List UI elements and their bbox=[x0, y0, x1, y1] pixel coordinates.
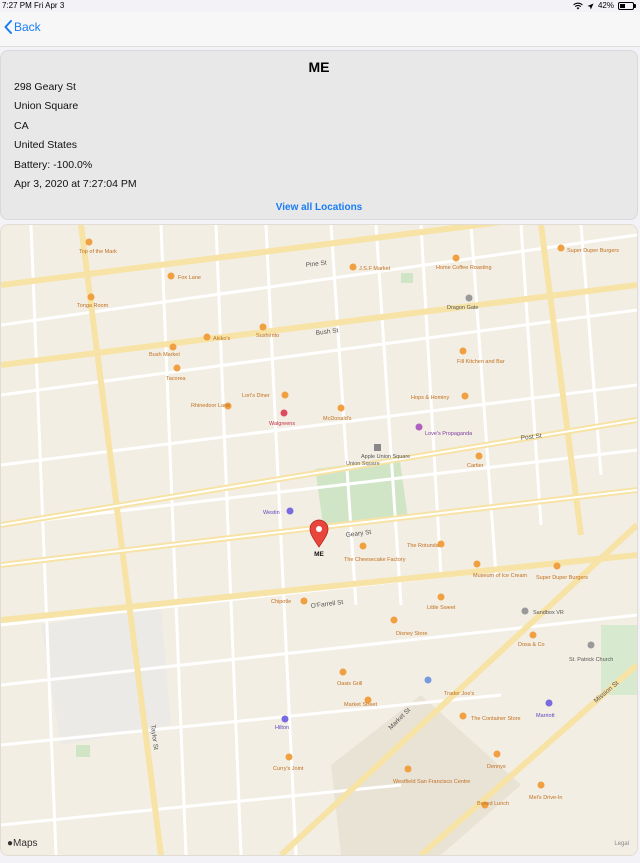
status-bar: 7:27 PM Fri Apr 3 42% bbox=[0, 0, 640, 12]
poi-label: Rhinedoor Lane bbox=[191, 403, 230, 409]
poi-label: Bush Market bbox=[149, 352, 180, 358]
pin-label: ME bbox=[314, 551, 324, 558]
status-time: 7:27 PM bbox=[2, 1, 32, 10]
map-canvas[interactable]: Pine St Bush St Post St Geary St O'Farre… bbox=[1, 225, 637, 855]
poi-label: Hilton bbox=[275, 725, 289, 731]
legal-link[interactable]: Legal bbox=[614, 841, 629, 847]
poi-label: Fill Kitchen and Bar bbox=[457, 359, 505, 365]
poi-label: Love's Propaganda bbox=[425, 431, 473, 437]
poi-label: J.S.F Market bbox=[359, 266, 391, 272]
battery-icon bbox=[618, 2, 636, 10]
poi-label: Cartier bbox=[467, 463, 484, 469]
poi-label: Oasis Grill bbox=[337, 681, 362, 687]
maps-logo-label: Maps bbox=[13, 838, 38, 849]
state-line: CA bbox=[14, 120, 29, 132]
location-arrow-icon bbox=[587, 3, 594, 9]
poi-label: The Rotunda bbox=[407, 543, 440, 549]
poi-label: Boxed Lunch bbox=[477, 801, 509, 807]
poi-label: Curry's Joint bbox=[273, 766, 304, 772]
wifi-icon bbox=[573, 2, 583, 10]
navigation-bar: Back bbox=[0, 12, 640, 47]
back-label: Back bbox=[14, 20, 41, 34]
poi-label: Trader Joe's bbox=[444, 691, 474, 697]
poi-label: Akiko's bbox=[213, 336, 230, 342]
poi-label: McDonald's bbox=[323, 416, 352, 422]
poi-label: Home Coffee Roasting bbox=[436, 265, 492, 271]
country-line: United States bbox=[14, 139, 78, 151]
poi-label: Fox Lane bbox=[178, 275, 201, 281]
poi-label: Top of the Mark bbox=[79, 249, 117, 255]
battery-line: Battery: -100.0% bbox=[14, 159, 93, 171]
poi-label: Sandbox VR bbox=[533, 610, 564, 616]
poi-label: The Cheesecake Factory bbox=[344, 557, 406, 563]
poi-label: Mel's Drive-In bbox=[529, 795, 562, 801]
maps-logo: ●Maps bbox=[7, 838, 38, 849]
poi-label: St. Patrick Church bbox=[569, 657, 613, 663]
poi-label: Westfield San Francisco Centre bbox=[393, 779, 470, 785]
poi-label: The Container Store bbox=[471, 716, 521, 722]
poi-label: Market Street bbox=[344, 702, 377, 708]
poi-label: Dragon Gate bbox=[447, 305, 479, 311]
poi-label: Marriott bbox=[536, 713, 555, 719]
poi-label: Tacorea bbox=[166, 376, 187, 382]
poi-label: Super Duper Burgers bbox=[567, 248, 619, 254]
location-info-card: ME 298 Geary St Union Square CA United S… bbox=[0, 50, 638, 220]
poi-label: Apple Union Square bbox=[361, 454, 410, 460]
poi-label: Hops & Hominy bbox=[411, 395, 449, 401]
poi-label: Chipotle bbox=[271, 599, 291, 605]
address-line: 298 Geary St bbox=[14, 81, 76, 93]
poi-label: Lori's Diner bbox=[242, 393, 270, 399]
poi-label: Union Square bbox=[346, 461, 380, 467]
battery-percent: 42% bbox=[597, 1, 614, 10]
poi-label: Dosa & Co bbox=[518, 642, 545, 648]
poi-label: Tonga Room bbox=[77, 303, 109, 309]
map-view[interactable]: Pine St Bush St Post St Geary St O'Farre… bbox=[0, 224, 638, 856]
poi-label: Walgreens bbox=[269, 421, 295, 427]
neighborhood-line: Union Square bbox=[14, 100, 79, 112]
poi-label: Westin bbox=[263, 510, 280, 516]
back-button[interactable]: Back bbox=[4, 20, 41, 34]
poi-label: Disney Store bbox=[396, 631, 428, 637]
poi-label: Sushirrito bbox=[256, 333, 279, 339]
poi-label: Dennys bbox=[487, 764, 506, 770]
poi-label: Museum of Ice Cream bbox=[473, 573, 528, 579]
chevron-left-icon bbox=[4, 20, 12, 34]
card-title: ME bbox=[308, 59, 330, 75]
poi-label: Little Sweet bbox=[427, 605, 456, 611]
status-date: Fri Apr 3 bbox=[34, 1, 65, 10]
view-all-locations-link[interactable]: View all Locations bbox=[1, 202, 637, 213]
timestamp-line: Apr 3, 2020 at 7:27:04 PM bbox=[14, 178, 137, 190]
status-time-date: 7:27 PM Fri Apr 3 bbox=[2, 0, 64, 12]
status-indicators: 42% bbox=[573, 0, 636, 12]
poi-label: Super Duper Burgers bbox=[536, 575, 588, 581]
